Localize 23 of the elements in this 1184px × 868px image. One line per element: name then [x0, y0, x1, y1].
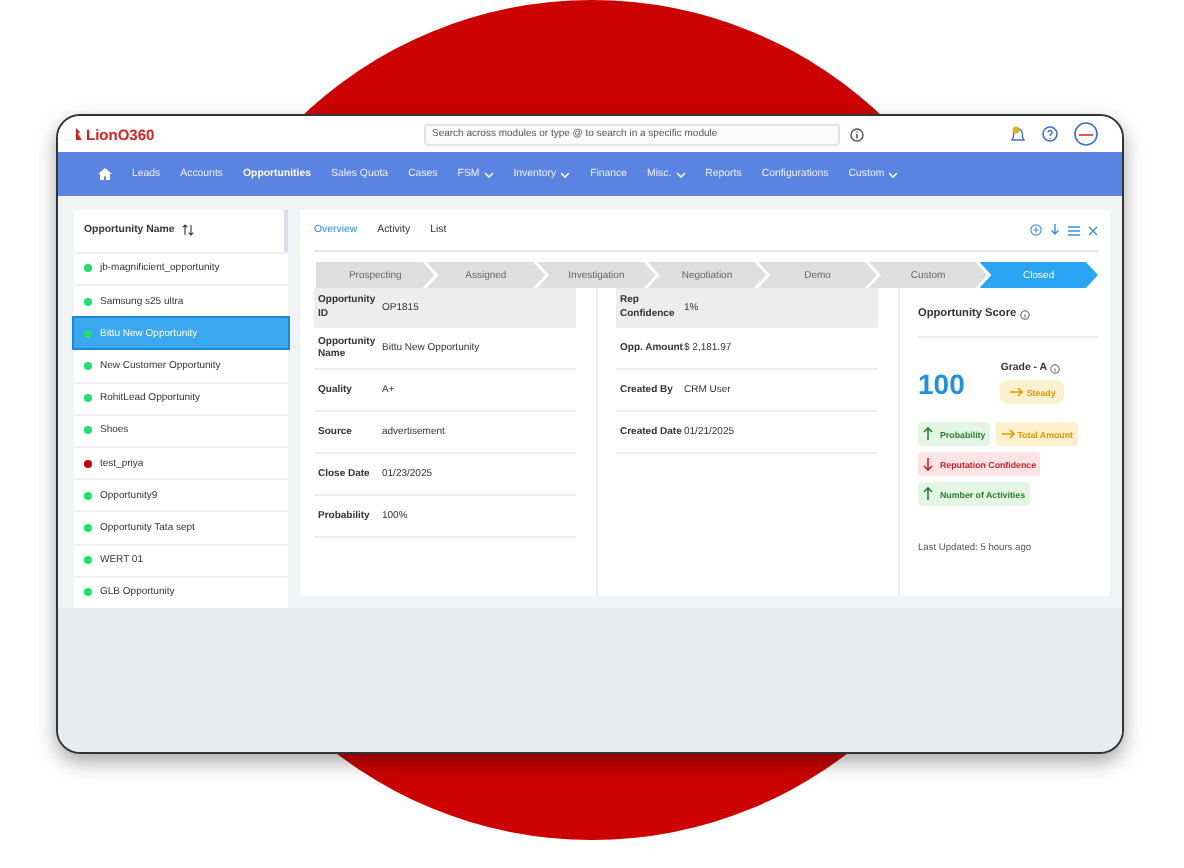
chevron-down-icon — [675, 171, 686, 177]
chevron-down-icon — [888, 171, 899, 177]
home-icon[interactable] — [98, 168, 112, 180]
help-icon[interactable] — [1042, 126, 1058, 142]
info-icon — [1020, 309, 1031, 319]
score-value: 100 — [918, 367, 965, 399]
info-icon — [1049, 363, 1060, 373]
arrow-right-icon — [1008, 384, 1025, 400]
bell-icon[interactable] — [1010, 125, 1026, 143]
arrow-down-icon — [922, 456, 938, 472]
arrow-right-icon — [999, 426, 1016, 442]
download-icon[interactable] — [1050, 224, 1060, 236]
arrow-up-icon — [922, 426, 938, 442]
menu-icon[interactable] — [1068, 225, 1080, 235]
lion-icon — [74, 128, 82, 140]
arrow-up-icon — [922, 486, 938, 502]
sort-icon[interactable] — [182, 224, 195, 237]
avatar-icon[interactable] — [1074, 122, 1098, 146]
add-icon[interactable] — [1030, 224, 1042, 236]
info-icon — [850, 127, 864, 141]
close-icon[interactable] — [1088, 225, 1098, 235]
chevron-down-icon — [483, 171, 494, 177]
chevron-down-icon — [560, 171, 571, 177]
